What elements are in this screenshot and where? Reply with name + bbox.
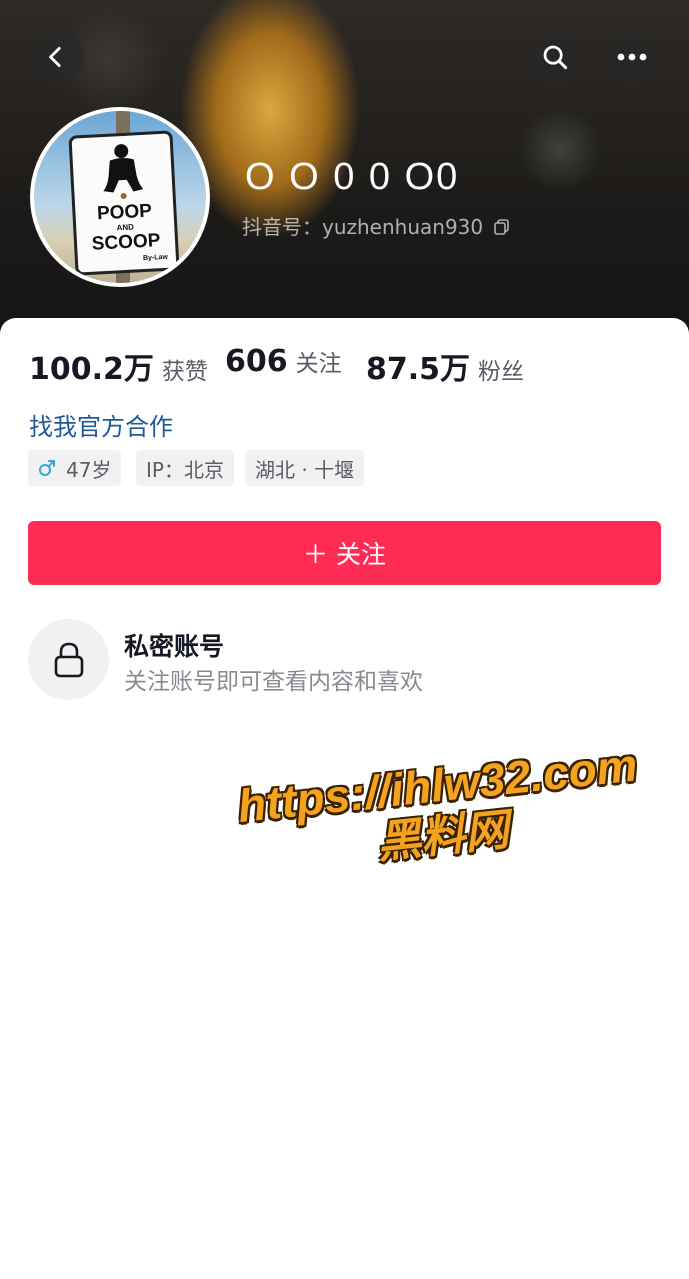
male-icon — [39, 460, 55, 476]
copy-icon[interactable] — [493, 218, 511, 236]
back-button[interactable] — [28, 29, 84, 85]
stat-followers[interactable]: 87.5万 粉丝 — [366, 344, 524, 388]
follow-button[interactable]: ＋ 关注 — [28, 521, 661, 585]
search-button[interactable] — [527, 29, 583, 85]
stat-likes[interactable]: 100.2万 获赞 — [29, 344, 208, 388]
tag-region: 湖北 · 十堰 — [245, 450, 365, 486]
stat-following-label: 关注 — [295, 351, 342, 377]
private-account-subtitle: 关注账号即可查看内容和喜欢 — [124, 669, 423, 695]
stat-following[interactable]: 606 关注 — [225, 344, 342, 379]
tag-age: 47岁 — [28, 450, 122, 486]
stat-likes-value: 100.2万 — [29, 352, 154, 387]
private-account-lock — [28, 619, 109, 700]
tag-ip-location: IP：北京 — [136, 450, 234, 486]
profile-nickname: O O 0 0 O0 — [245, 156, 460, 198]
douyin-id-row[interactable]: 抖音号：yuzhenhuan930 — [242, 211, 511, 240]
stat-likes-label: 获赞 — [161, 359, 208, 385]
avatar-sign: POOP AND SCOOP By-Law — [68, 130, 180, 276]
stat-following-value: 606 — [225, 344, 288, 379]
chevron-left-icon — [49, 46, 61, 68]
more-button[interactable] — [604, 29, 660, 85]
avatar[interactable]: POOP AND SCOOP By-Law — [30, 107, 210, 287]
private-account-title: 私密账号 — [124, 632, 225, 661]
more-horizontal-icon — [617, 53, 647, 61]
douyin-id-text: 抖音号：yuzhenhuan930 — [242, 215, 484, 239]
search-icon — [543, 45, 568, 70]
tag-ip-text: IP：北京 — [146, 457, 224, 482]
follow-button-label: ＋ 关注 — [303, 540, 386, 569]
stat-followers-label: 粉丝 — [478, 359, 525, 385]
lock-icon — [54, 642, 83, 677]
tag-region-text: 湖北 · 十堰 — [255, 457, 355, 482]
business-cooperation-link[interactable]: 找我官方合作 — [29, 407, 173, 442]
squatting-figure-icon — [103, 144, 144, 200]
tag-age-text: 47岁 — [66, 457, 112, 482]
avatar-sign-line3: SCOOP — [91, 230, 161, 255]
stat-followers-value: 87.5万 — [366, 352, 471, 387]
